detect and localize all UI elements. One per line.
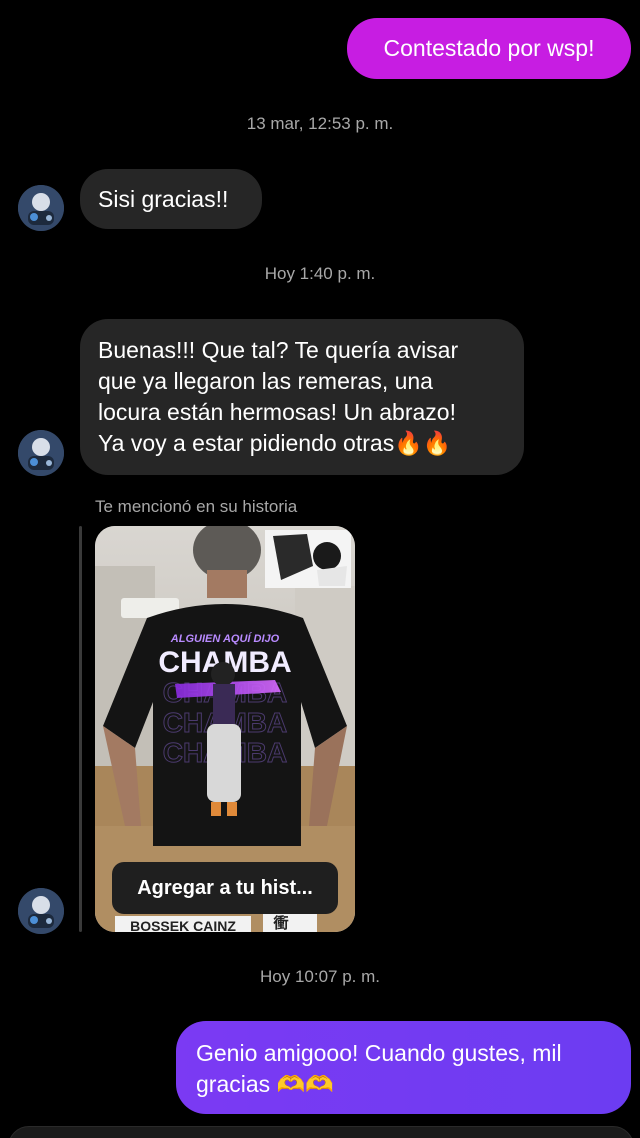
story-sign-text: BOSSEK CAINZ <box>130 918 236 932</box>
received-message-line: que ya llegaron las remeras, una <box>98 368 433 394</box>
story-mention-label: Te mencionó en su historia <box>95 497 298 516</box>
sent-message-text: Contestado por wsp! <box>383 35 595 61</box>
shirt-print-line1: ALGUIEN AQUÍ DIJO <box>170 632 280 645</box>
avatar-image <box>18 430 64 476</box>
avatar-image <box>18 185 64 231</box>
message-composer[interactable] <box>8 1126 634 1138</box>
message-timestamp: 13 mar, 12:53 p. m. <box>246 114 394 133</box>
user-avatar[interactable] <box>18 888 64 934</box>
received-message-bubble[interactable]: Sisi gracias!! <box>80 169 262 229</box>
sent-message-text: Genio amigooo! Cuando gustes, mil gracia… <box>196 1040 562 1097</box>
story-corner-sign: 衝 <box>272 914 288 932</box>
user-avatar[interactable] <box>18 430 64 476</box>
add-to-story-label: Agregar a tu hist... <box>137 876 313 899</box>
received-message-bubble[interactable]: Buenas!!! Que tal? Te quería avisar que … <box>80 319 524 475</box>
sent-message-bubble[interactable]: Contestado por wsp! <box>347 18 631 79</box>
story-reply-rail <box>79 526 82 932</box>
message-timestamp: Hoy 10:07 p. m. <box>259 967 380 986</box>
received-message-line: Buenas!!! Que tal? Te quería avisar <box>98 337 459 363</box>
user-avatar[interactable] <box>18 185 64 231</box>
avatar-image <box>18 888 64 934</box>
received-message-text: Sisi gracias!! <box>98 185 229 212</box>
add-to-story-button[interactable]: Agregar a tu hist... <box>112 862 338 914</box>
chat-screen: Contestado por wsp! 13 mar, 12:53 p. m. … <box>0 0 640 1138</box>
received-message-line: locura están hermosas! Un abrazo! <box>98 399 456 425</box>
sent-message-bubble[interactable]: Genio amigooo! Cuando gustes, mil gracia… <box>176 1021 631 1114</box>
received-message-line: Ya voy a estar pidiendo otras🔥🔥 <box>98 430 452 456</box>
message-timestamp: Hoy 1:40 p. m. <box>264 264 376 283</box>
